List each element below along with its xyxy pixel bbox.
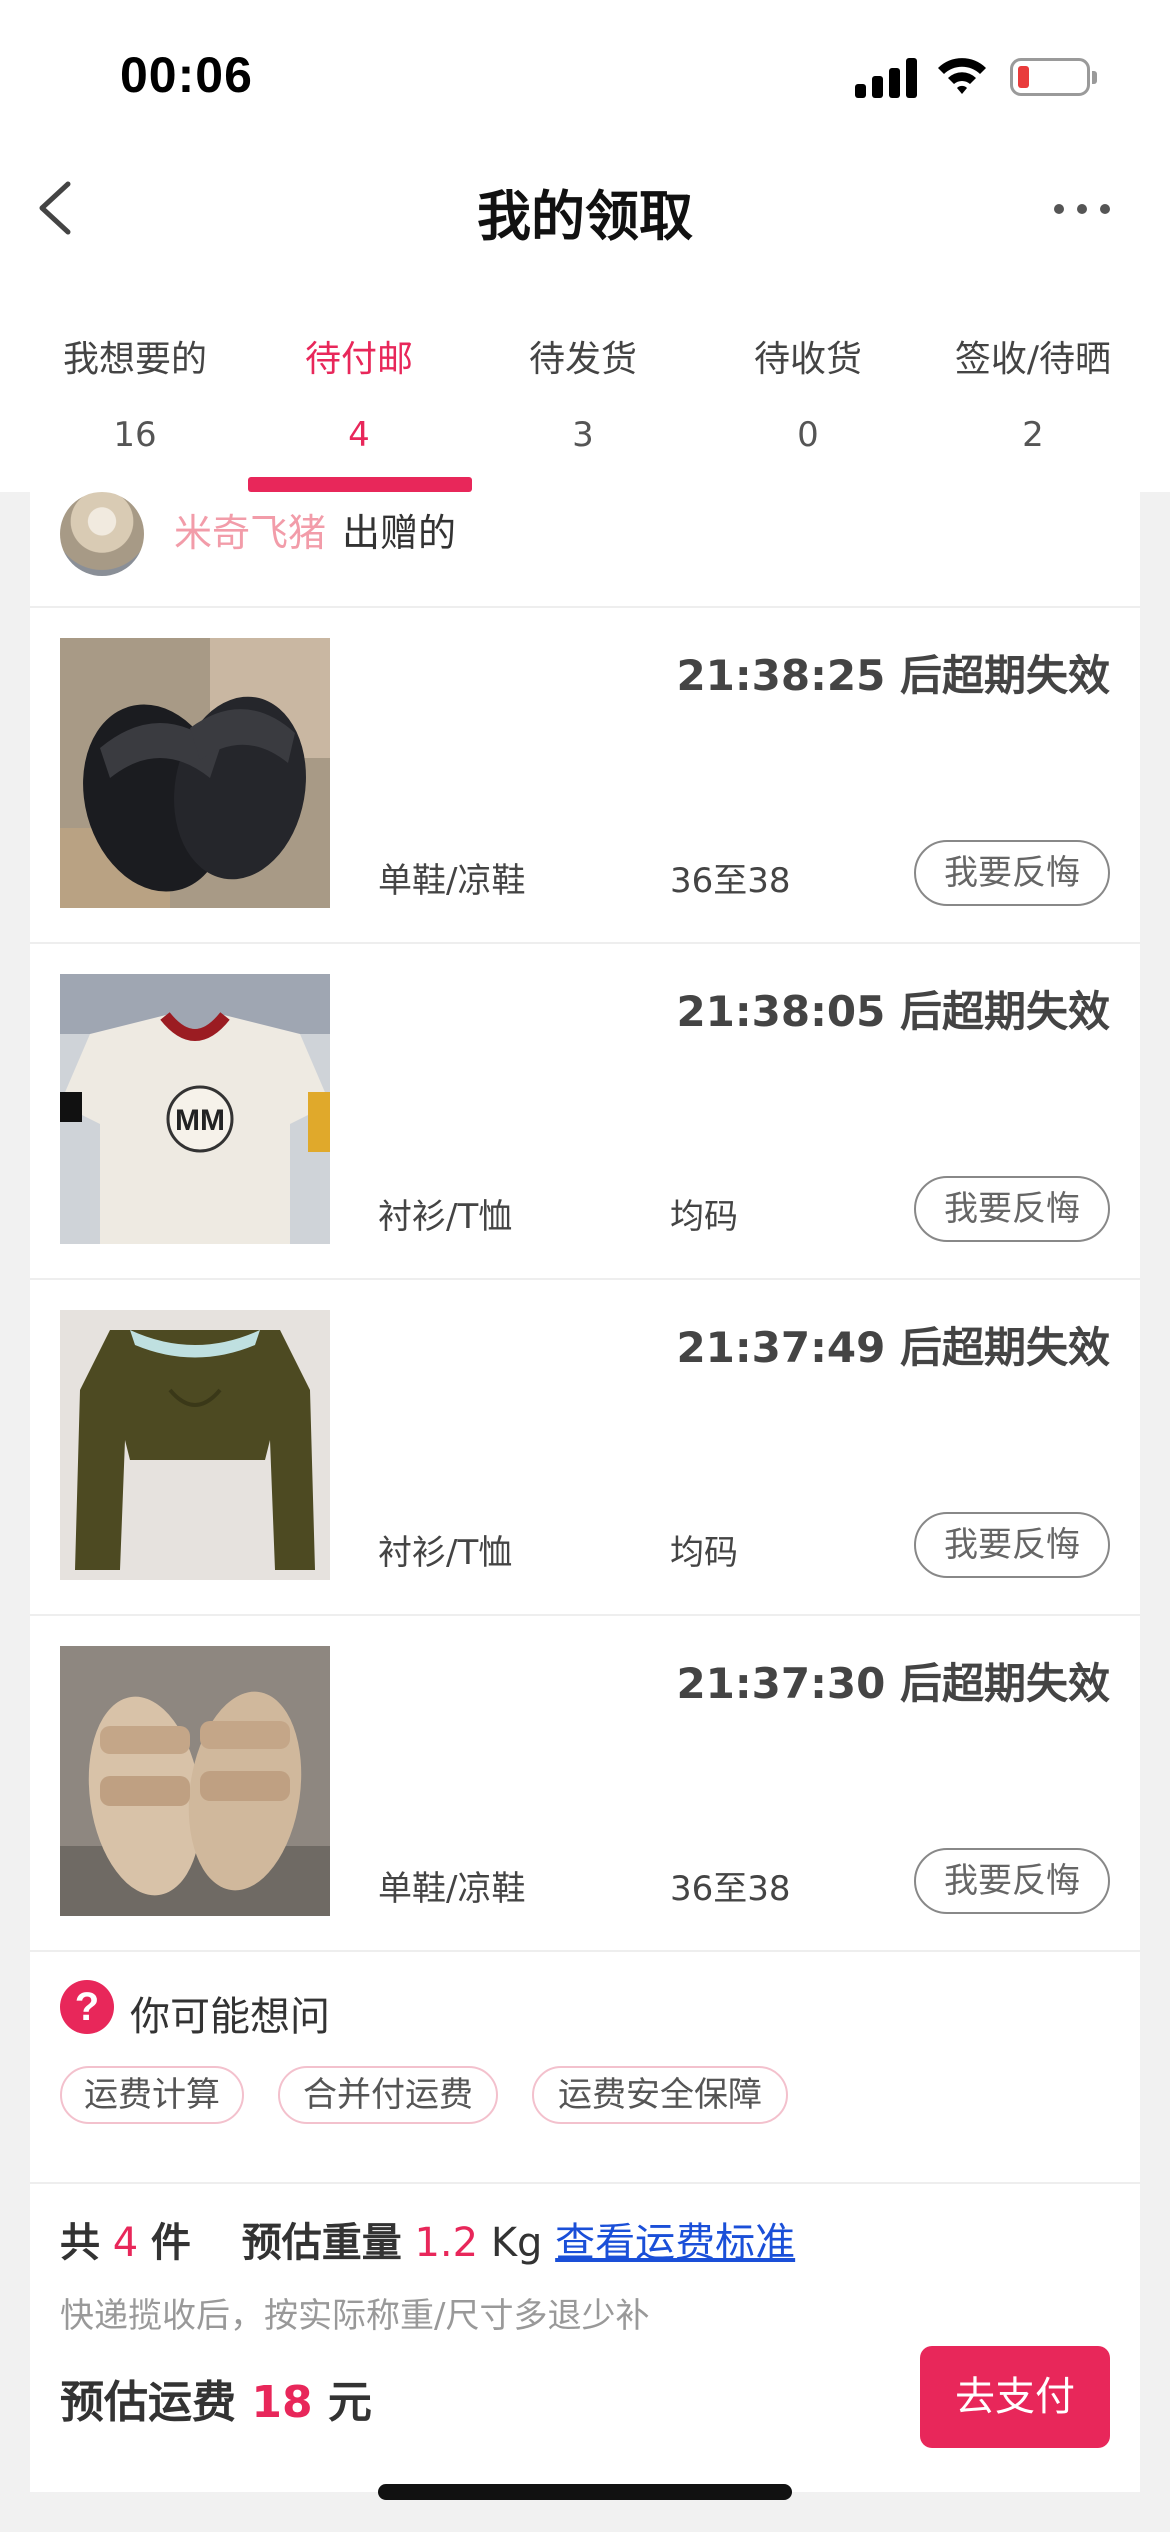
tab-want[interactable]: 我想要的 16 (22, 270, 248, 492)
tab-label: 待发货 (528, 339, 637, 380)
estimated-fee: 预估运费 18 元 (60, 2366, 372, 2430)
faq-section: ? 你可能想问 运费计算 合并付运费 运费安全保障 (30, 1950, 1140, 2182)
freight-note: 快递揽收后，按实际称重/尺寸多退少补 (60, 2296, 650, 2336)
payment-summary: 共 4 件 预估重量 1.2 Kg 查看运费标准 快递揽收后，按实际称重/尺寸多… (30, 2182, 1140, 2492)
avatar[interactable] (60, 492, 144, 576)
item-category: 单鞋/凉鞋 (378, 861, 526, 901)
item-count: 4 (112, 2220, 139, 2266)
giver-row: 米奇飞猪 出赠的 (30, 492, 1140, 607)
more-options-icon[interactable] (1054, 200, 1110, 218)
fee-unit: 元 (327, 2377, 372, 2428)
tab-count: 4 (348, 415, 370, 455)
freight-standard-link[interactable]: 查看运费标准 (555, 2220, 795, 2266)
weight-value: 1.2 (414, 2220, 479, 2266)
fee-value: 18 (251, 2377, 313, 2428)
list-item[interactable]: 21:37:30 后超期失效 单鞋/凉鞋 36至38 我要反悔 (30, 1616, 1140, 1952)
giver-suffix: 出赠的 (342, 511, 457, 555)
question-icon: ? (60, 1980, 114, 2034)
expiry-timer: 21:38:05 后超期失效 (676, 987, 1110, 1036)
active-tab-indicator (248, 477, 472, 492)
black-sandals-image[interactable] (60, 638, 330, 908)
cellular-signal-icon (855, 56, 917, 98)
cancel-claim-button[interactable]: 我要反悔 (914, 1848, 1110, 1914)
tab-label: 待付邮 (304, 339, 413, 380)
list-item[interactable]: MM 21:38:05 后超期失效 衬衫/T恤 均码 我要反悔 (30, 944, 1140, 1280)
tab-count: 2 (1022, 415, 1044, 455)
page-title: 我的领取 (477, 185, 693, 248)
tab-pending-postage[interactable]: 待付邮 4 (246, 270, 472, 492)
item-size: 均码 (670, 1533, 738, 1573)
tab-received-review[interactable]: 签收/待晒 2 (920, 270, 1146, 492)
faq-chip-freight-security[interactable]: 运费安全保障 (532, 2066, 788, 2124)
green-top-image[interactable] (60, 1310, 330, 1580)
summary-count-weight: 共 4 件 预估重量 1.2 Kg 查看运费标准 (60, 2210, 795, 2268)
faq-chip-freight-calc[interactable]: 运费计算 (60, 2066, 244, 2124)
list-item[interactable]: 21:37:49 后超期失效 衬衫/T恤 均码 我要反悔 (30, 1280, 1140, 1616)
cancel-claim-button[interactable]: 我要反悔 (914, 1176, 1110, 1242)
expiry-timer: 21:38:25 后超期失效 (676, 651, 1110, 700)
item-size: 均码 (670, 1197, 738, 1237)
giver-name[interactable]: 米奇飞猪 (174, 502, 326, 557)
order-card: 米奇飞猪 出赠的 21:38:25 后超期失效 单鞋/凉鞋 36至38 我要反悔 (30, 492, 1140, 2492)
tab-label: 待收货 (753, 339, 862, 380)
item-category: 衬衫/T恤 (378, 1197, 513, 1237)
item-size: 36至38 (670, 861, 791, 901)
fee-label: 预估运费 (60, 2377, 236, 2428)
faq-chip-merge-postage[interactable]: 合并付运费 (278, 2066, 498, 2124)
count-prefix: 共 (60, 2220, 100, 2266)
tab-pending-receipt[interactable]: 待收货 0 (695, 270, 921, 492)
faq-title: 你可能想问 (130, 1994, 330, 2040)
status-time: 00:06 (120, 47, 253, 103)
item-category: 衬衫/T恤 (378, 1533, 513, 1573)
pay-button[interactable]: 去支付 (920, 2346, 1110, 2448)
item-size: 36至38 (670, 1869, 791, 1909)
beige-sandals-image[interactable] (60, 1646, 330, 1916)
weight-label: 预估重量 (241, 2220, 402, 2266)
expiry-timer: 21:37:30 后超期失效 (676, 1659, 1110, 1708)
status-tabs: 我想要的 16 待付邮 4 待发货 3 待收货 0 签收/待晒 2 (0, 270, 1170, 492)
tab-count: 0 (797, 415, 819, 455)
cancel-claim-button[interactable]: 我要反悔 (914, 840, 1110, 906)
item-category: 单鞋/凉鞋 (378, 1869, 526, 1909)
tab-pending-shipment[interactable]: 待发货 3 (470, 270, 696, 492)
list-item[interactable]: 21:38:25 后超期失效 单鞋/凉鞋 36至38 我要反悔 (30, 608, 1140, 944)
status-bar: 00:06 (0, 0, 1170, 150)
expiry-timer: 21:37:49 后超期失效 (676, 1323, 1110, 1372)
weight-unit: Kg (490, 2220, 543, 2266)
svg-text:MM: MM (175, 1104, 225, 1137)
tab-label: 签收/待晒 (954, 339, 1112, 380)
home-indicator[interactable] (378, 2484, 792, 2500)
nav-bar: 我的领取 (0, 150, 1170, 270)
battery-icon (1010, 58, 1097, 96)
count-unit: 件 (150, 2220, 191, 2266)
wifi-icon (938, 58, 986, 94)
white-tshirt-image[interactable]: MM (60, 974, 330, 1244)
tab-count: 3 (572, 415, 594, 455)
tab-label: 我想要的 (62, 339, 207, 380)
tab-count: 16 (113, 415, 157, 455)
cancel-claim-button[interactable]: 我要反悔 (914, 1512, 1110, 1578)
